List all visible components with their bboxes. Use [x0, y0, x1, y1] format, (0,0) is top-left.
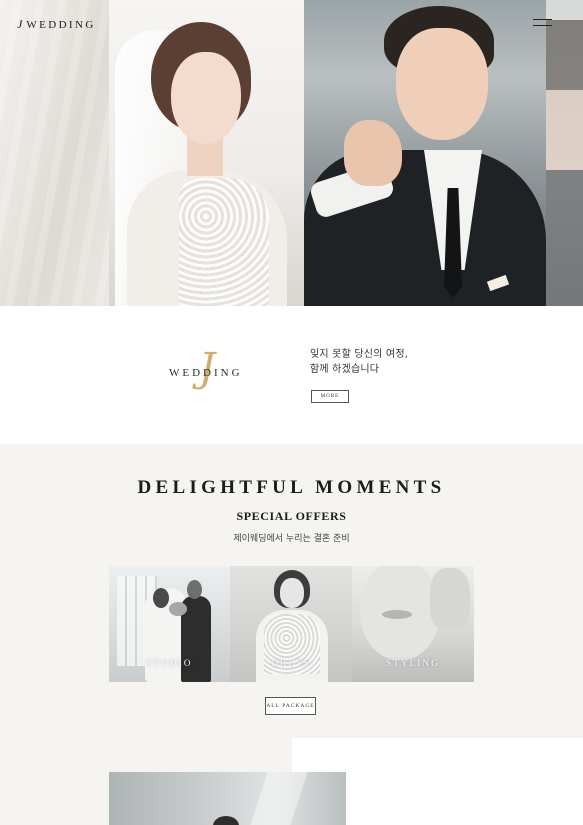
site-logo[interactable]: J WEDDING [17, 17, 96, 32]
hero-bride-image [109, 0, 304, 306]
brand-logo-word: WEDDING [169, 367, 243, 379]
section-title: DELIGHTFUL MOMENTS [137, 477, 446, 498]
section-description: 제이웨딩에서 누리는 결혼 준비 [233, 534, 350, 544]
more-button[interactable]: MORE [311, 390, 349, 403]
offer-card-label: STYLING [386, 658, 440, 668]
offer-card-label: DRESS [271, 658, 311, 668]
offer-card-studio[interactable]: STUDIO [109, 566, 230, 682]
all-package-button[interactable]: ALL PACKAGE [265, 697, 316, 715]
offer-card-styling[interactable]: STYLING [352, 566, 474, 682]
hero-banner: J WEDDING [0, 0, 583, 306]
hero-groom-image [304, 0, 546, 306]
logo-j: J [17, 17, 23, 31]
section-subtitle: SPECIAL OFFERS [236, 509, 347, 523]
offer-cards: STUDIO DRESS STYLING [109, 566, 474, 682]
offers-section: DELIGHTFUL MOMENTS SPECIAL OFFERS 제이웨딩에서… [0, 444, 583, 825]
hamburger-menu-icon[interactable] [533, 18, 552, 28]
offer-card-dress[interactable]: DRESS [230, 566, 352, 682]
offer-card-label: STUDIO [146, 658, 193, 668]
logo-text: WEDDING [26, 19, 96, 31]
tagline-line-1: 잊지 못할 당신의 여정, [310, 349, 409, 360]
next-section-image [109, 772, 346, 825]
intro-tagline: 잊지 못할 당신의 여정, 함께 하겠습니다 [310, 347, 408, 377]
hero-side-image [546, 0, 583, 306]
brand-logo: J WEDDING [169, 348, 249, 394]
intro-section: J WEDDING 잊지 못할 당신의 여정, 함께 하겠습니다 MORE [0, 306, 583, 444]
hero-veil-image [0, 0, 109, 306]
tagline-line-2: 함께 하겠습니다 [310, 364, 380, 375]
